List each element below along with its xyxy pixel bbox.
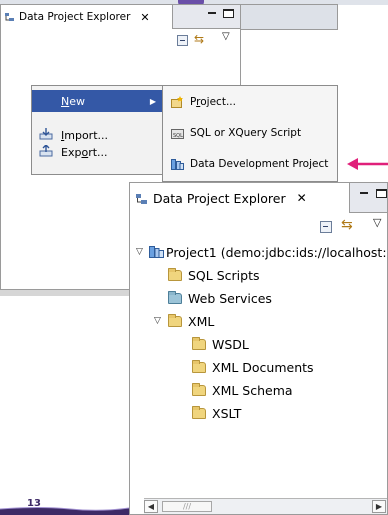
folder-icon bbox=[192, 406, 206, 419]
collapse-all-icon[interactable] bbox=[320, 221, 332, 233]
submenu-item-project[interactable]: Project... bbox=[163, 91, 337, 113]
back-view-tab-title: Data Project Explorer bbox=[19, 11, 131, 23]
back-view-toolbar: ⇆ ▽ bbox=[1, 29, 240, 51]
maximize-icon[interactable] bbox=[223, 9, 234, 18]
footer-decoration bbox=[0, 507, 129, 515]
view-menu-icon[interactable]: ▽ bbox=[373, 217, 381, 228]
expand-twisty-icon[interactable]: ▽ bbox=[136, 247, 143, 257]
page-number: 13 bbox=[27, 498, 41, 509]
menu-item-new-label: New bbox=[61, 94, 85, 108]
tree-item-label: WSDL bbox=[212, 336, 249, 352]
scroll-right-button[interactable]: ▶ bbox=[372, 500, 386, 513]
submenu-arrow-icon: ▶ bbox=[149, 96, 156, 106]
collapse-all-icon[interactable] bbox=[177, 35, 188, 46]
menu-item-import-label: Import... bbox=[61, 128, 109, 142]
import-icon bbox=[39, 128, 53, 142]
tab-data-project-explorer[interactable]: Data Project Explorer ✕ bbox=[1, 5, 173, 29]
export-icon bbox=[39, 144, 53, 159]
data-explorer-icon bbox=[5, 12, 15, 22]
link-with-editor-icon[interactable]: ⇆ bbox=[194, 33, 204, 45]
data-explorer-icon bbox=[136, 193, 148, 204]
background-area bbox=[0, 290, 150, 296]
horizontal-scrollbar[interactable]: ◀ /// ▶ bbox=[144, 498, 387, 514]
pointer-arrow-icon bbox=[347, 158, 388, 170]
tree-item-label: XML bbox=[188, 313, 215, 329]
close-icon[interactable]: ✕ bbox=[140, 11, 149, 24]
close-icon[interactable]: ✕ bbox=[297, 191, 307, 205]
submenu-item-sql-script-label: SQL or XQuery Script bbox=[190, 127, 302, 139]
folder-icon bbox=[192, 383, 206, 396]
tree-item-label: Web Services bbox=[188, 290, 272, 306]
expand-twisty-icon[interactable]: ▽ bbox=[154, 316, 161, 326]
submenu-item-project-label: Project... bbox=[190, 96, 236, 108]
front-explorer-view: Data Project Explorer ✕ ⇆ ▽ ▽ Project1 (… bbox=[129, 182, 388, 515]
submenu-item-data-development-project[interactable]: Data Development Project bbox=[163, 153, 337, 175]
front-view-toolbar: ⇆ ▽ bbox=[130, 213, 387, 239]
front-view-tab-title: Data Project Explorer bbox=[153, 190, 286, 206]
scroll-left-button[interactable]: ◀ bbox=[144, 500, 158, 513]
front-view-tabbar: Data Project Explorer ✕ bbox=[130, 183, 387, 213]
submenu-item-sql-script[interactable]: SQL SQL or XQuery Script bbox=[163, 122, 337, 144]
new-project-icon bbox=[171, 95, 184, 109]
folder-icon bbox=[192, 337, 206, 350]
tree-item-label: XSLT bbox=[212, 405, 242, 421]
new-submenu: Project... SQL SQL or XQuery Script Data… bbox=[162, 85, 338, 182]
minimize-icon[interactable] bbox=[359, 189, 370, 198]
menu-item-export-label: Export... bbox=[61, 145, 108, 159]
submenu-item-data-development-project-label: Data Development Project bbox=[190, 158, 329, 170]
folder-icon bbox=[192, 360, 206, 373]
context-menu: New ▶ Import... Export... bbox=[31, 85, 163, 175]
tree-item-label: XML Documents bbox=[212, 359, 314, 375]
tree-item-label: XML Schema bbox=[212, 382, 293, 398]
svg-text:SQL: SQL bbox=[173, 133, 183, 139]
scroll-thumb[interactable]: /// bbox=[162, 501, 212, 512]
minimize-icon[interactable] bbox=[207, 9, 218, 18]
data-dev-project-icon bbox=[149, 245, 164, 259]
maximize-icon[interactable] bbox=[376, 189, 387, 198]
data-dev-project-icon bbox=[171, 158, 184, 171]
menu-item-new[interactable]: New ▶ bbox=[32, 90, 162, 112]
menu-item-export[interactable]: Export... bbox=[32, 141, 162, 163]
view-menu-icon[interactable]: ▽ bbox=[222, 32, 230, 42]
tree-item-label: SQL Scripts bbox=[188, 267, 260, 283]
sql-script-icon: SQL bbox=[171, 127, 184, 140]
folder-icon bbox=[168, 268, 182, 281]
editor-area-tabbar bbox=[241, 4, 338, 30]
folder-icon bbox=[168, 314, 182, 327]
web-services-folder-icon bbox=[168, 291, 182, 304]
tab-data-project-explorer-front[interactable]: Data Project Explorer ✕ bbox=[130, 183, 350, 213]
project-label: Project1 (demo:jdbc:ids://localhost: bbox=[166, 244, 387, 260]
back-view-tabbar: Data Project Explorer ✕ bbox=[1, 5, 240, 29]
link-with-editor-icon[interactable]: ⇆ bbox=[341, 218, 353, 232]
